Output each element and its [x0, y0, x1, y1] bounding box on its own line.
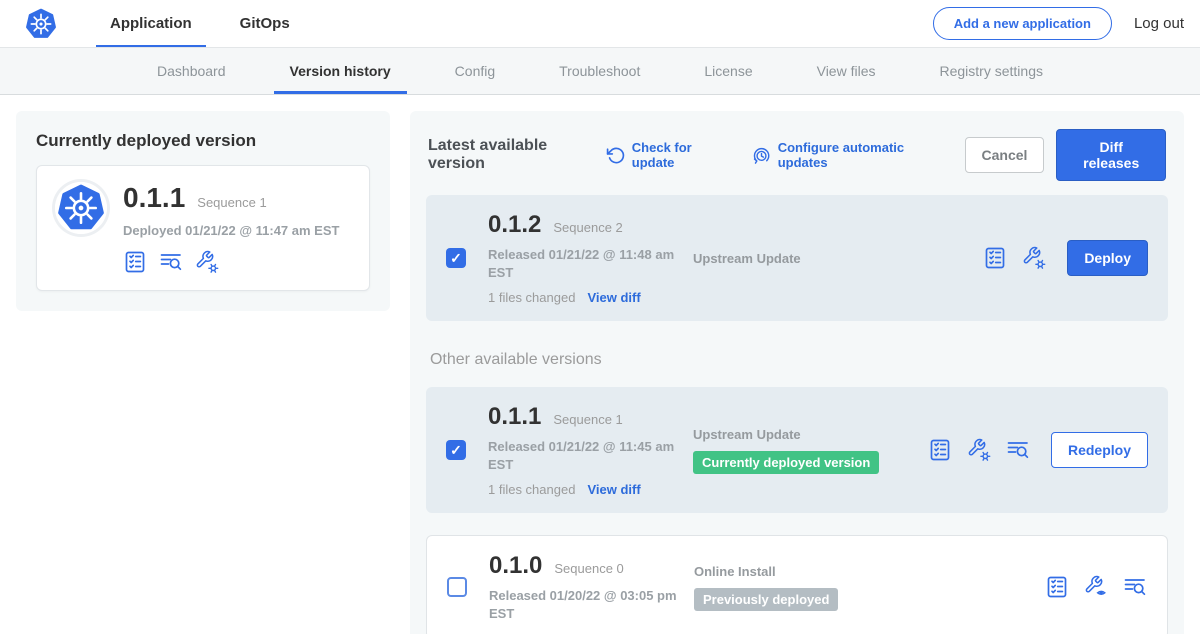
cancel-button[interactable]: Cancel	[965, 137, 1045, 173]
version-number: 0.1.2	[488, 211, 541, 239]
version-sequence: Sequence 2	[553, 220, 622, 235]
config-icon[interactable]	[967, 438, 991, 462]
subnav-dashboard-label: Dashboard	[157, 63, 226, 79]
top-navigation: Application GitOps Add a new application…	[0, 0, 1200, 48]
latest-available-title: Latest available version	[428, 137, 592, 173]
subnav-troubleshoot-label: Troubleshoot	[559, 63, 640, 79]
subnav-troubleshoot[interactable]: Troubleshoot	[531, 48, 668, 94]
tab-application[interactable]: Application	[86, 0, 216, 47]
subnav-config-label: Config	[455, 63, 495, 79]
config-icon[interactable]	[1022, 246, 1046, 270]
preflight-checks-icon[interactable]	[123, 250, 147, 274]
released-timestamp: Released 01/20/22 @ 03:05 pm EST	[489, 587, 694, 622]
version-row-0-1-2: 0.1.2 Sequence 2 Released 01/21/22 @ 11:…	[426, 195, 1168, 321]
version-row-0-1-1: 0.1.1 Sequence 1 Released 01/21/22 @ 11:…	[426, 387, 1168, 513]
currently-deployed-title: Currently deployed version	[36, 131, 370, 151]
subnav-version-history-label: Version history	[290, 63, 391, 79]
subnav-view-files-label: View files	[817, 63, 876, 79]
tab-gitops-label: GitOps	[240, 15, 290, 32]
version-checkbox-0-1-2[interactable]	[446, 248, 466, 268]
view-diff-link[interactable]: View diff	[587, 290, 640, 305]
currently-deployed-card: Currently deployed version 0.1.1 Sequenc…	[16, 111, 390, 311]
app-sub-navigation: Dashboard Version history Config Trouble…	[0, 48, 1200, 95]
deployed-timestamp: Deployed 01/21/22 @ 11:47 am EST	[123, 223, 339, 238]
deploy-logs-icon[interactable]	[1123, 575, 1147, 599]
deployed-version-number: 0.1.1	[123, 182, 185, 214]
configure-automatic-updates-link[interactable]: Configure automatic updates	[752, 140, 939, 170]
released-timestamp: Released 01/21/22 @ 11:48 am EST	[488, 246, 693, 281]
previously-deployed-badge: Previously deployed	[694, 588, 838, 611]
deploy-button[interactable]: Deploy	[1067, 240, 1148, 276]
redeploy-button[interactable]: Redeploy	[1051, 432, 1148, 468]
tab-gitops[interactable]: GitOps	[216, 0, 314, 47]
version-sequence: Sequence 0	[554, 561, 623, 576]
app-kubernetes-icon	[55, 182, 107, 234]
version-number: 0.1.0	[489, 552, 542, 580]
other-available-versions-label: Other available versions	[430, 351, 1164, 369]
deployed-sequence: Sequence 1	[197, 195, 266, 210]
subnav-registry-settings-label: Registry settings	[940, 63, 1043, 79]
check-for-update-label: Check for update	[632, 140, 726, 170]
subnav-dashboard[interactable]: Dashboard	[129, 48, 254, 94]
subnav-license[interactable]: License	[676, 48, 780, 94]
preflight-checks-icon[interactable]	[983, 246, 1007, 270]
view-config-icon[interactable]	[1084, 575, 1108, 599]
version-source: Online Install	[694, 564, 929, 579]
panel-header: Latest available version Check for updat…	[428, 129, 1166, 181]
kubernetes-logo-icon	[24, 7, 58, 41]
preflight-checks-icon[interactable]	[1045, 575, 1069, 599]
currently-deployed-badge: Currently deployed version	[693, 451, 879, 474]
config-icon[interactable]	[195, 250, 219, 274]
preflight-checks-icon[interactable]	[928, 438, 952, 462]
subnav-license-label: License	[704, 63, 752, 79]
version-checkbox-0-1-1[interactable]	[446, 440, 466, 460]
check-for-update-link[interactable]: Check for update	[606, 140, 726, 170]
subnav-version-history[interactable]: Version history	[262, 48, 419, 94]
subnav-view-files[interactable]: View files	[789, 48, 904, 94]
configure-automatic-updates-label: Configure automatic updates	[778, 140, 939, 170]
version-sequence: Sequence 1	[553, 412, 622, 427]
topnav-right: Add a new application Log out	[933, 7, 1184, 40]
deploy-logs-icon[interactable]	[1006, 438, 1030, 462]
version-checkbox-0-1-0[interactable]	[447, 577, 467, 597]
subnav-config[interactable]: Config	[427, 48, 523, 94]
diff-releases-button[interactable]: Diff releases	[1056, 129, 1166, 181]
app-tabs: Application GitOps	[86, 0, 314, 47]
version-source: Upstream Update	[693, 251, 928, 266]
refresh-icon	[606, 146, 625, 165]
deployed-version-box: 0.1.1 Sequence 1 Deployed 01/21/22 @ 11:…	[36, 165, 370, 291]
files-changed-label: 1 files changed	[488, 290, 575, 305]
released-timestamp: Released 01/21/22 @ 11:45 am EST	[488, 438, 693, 473]
main-content: Currently deployed version 0.1.1 Sequenc…	[0, 95, 1200, 634]
logout-link[interactable]: Log out	[1134, 15, 1184, 32]
available-versions-panel: Latest available version Check for updat…	[410, 111, 1184, 634]
version-number: 0.1.1	[488, 403, 541, 431]
subnav-registry-settings[interactable]: Registry settings	[912, 48, 1071, 94]
add-new-application-button[interactable]: Add a new application	[933, 7, 1112, 40]
files-changed-label: 1 files changed	[488, 482, 575, 497]
version-row-0-1-0: 0.1.0 Sequence 0 Released 01/20/22 @ 03:…	[426, 535, 1168, 634]
version-source: Upstream Update	[693, 427, 928, 442]
deploy-logs-icon[interactable]	[159, 250, 183, 274]
view-diff-link[interactable]: View diff	[587, 482, 640, 497]
schedule-update-icon	[752, 146, 771, 165]
tab-application-label: Application	[110, 15, 192, 32]
